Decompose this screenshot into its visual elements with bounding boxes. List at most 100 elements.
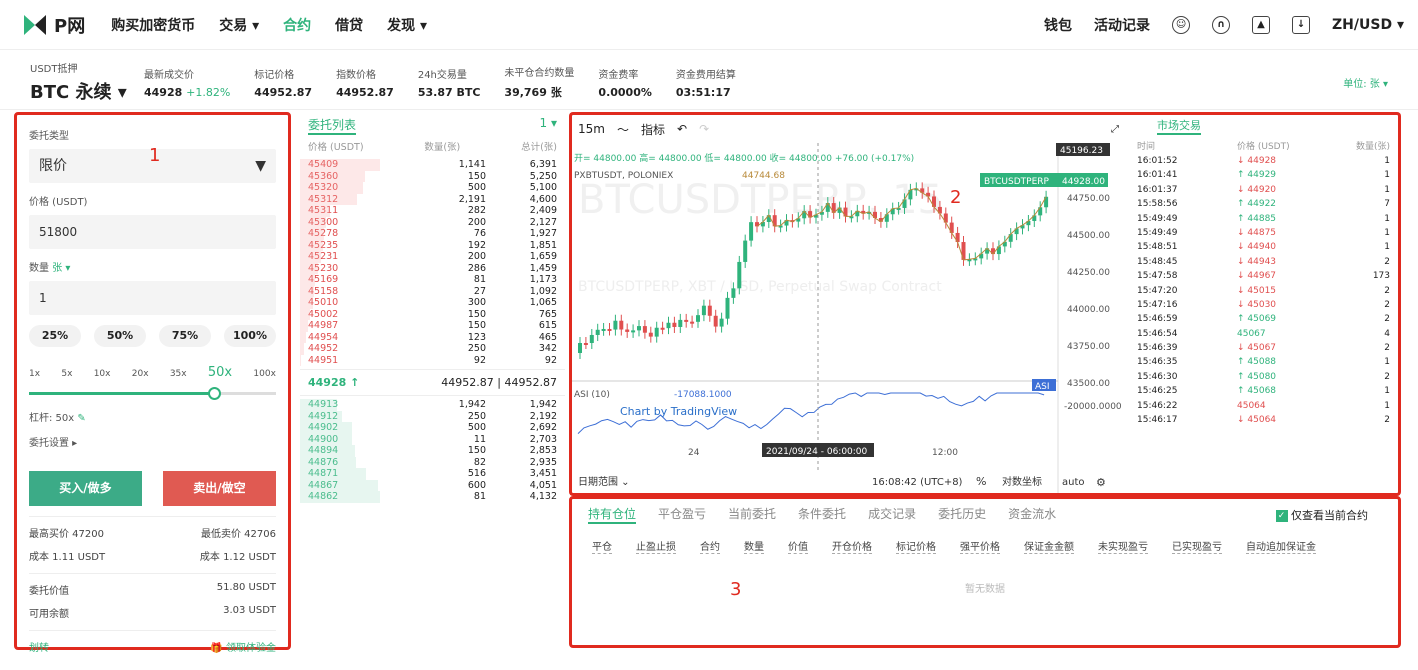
nav-item-discover[interactable]: 发现 ▾ (387, 15, 427, 35)
max-buy-price: 最高买价 47200 (29, 529, 104, 540)
book-row[interactable]: 45409 1,141 6,391 (300, 159, 565, 171)
trade-row: 15:48:51 ↓ 44940 1 (1137, 240, 1390, 254)
book-row[interactable]: 44987 150 615 (300, 320, 565, 332)
interval-select[interactable]: 15m (578, 122, 605, 136)
pct-100-button[interactable]: 100% (224, 325, 276, 347)
positions-tab[interactable]: 当前委托 (728, 505, 776, 524)
book-row[interactable]: 44876 82 2,935 (300, 456, 565, 468)
account-icon[interactable]: ☺ (1172, 15, 1191, 34)
leverage-slider-knob[interactable] (208, 387, 222, 400)
bonus-link[interactable]: 🎁 领取体验金 (210, 639, 276, 654)
trade-row: 15:47:58 ↓ 44967 173 (1137, 269, 1390, 283)
line-style-icon[interactable]: 〜 (617, 121, 629, 138)
transfer-link[interactable]: 划转 (29, 639, 49, 654)
positions-tab[interactable]: 持有仓位 (588, 505, 637, 524)
current-only-toggle[interactable]: ✓ 仅查看当前合约 (1275, 507, 1368, 523)
book-total: 5,250 (529, 170, 557, 182)
pair-legend: PXBTUSDT, POLONIEX (574, 171, 673, 181)
positions-tab[interactable]: 平仓盈亏 (658, 505, 706, 524)
candle-body (595, 329, 600, 335)
leverage-option[interactable]: 20x (132, 369, 149, 379)
book-row[interactable]: 45312 2,191 4,600 (300, 193, 565, 205)
nav-activity[interactable]: 活动记录 (1094, 15, 1150, 35)
book-row[interactable]: 44871 516 3,451 (300, 468, 565, 480)
nav-item-futures[interactable]: 合约 (283, 15, 311, 35)
positions-tab[interactable]: 成交记录 (868, 505, 916, 524)
bonus-text: 领取体验金 (226, 643, 276, 654)
book-row[interactable]: 44913 1,942 1,942 (300, 399, 565, 411)
unit-selector[interactable]: 单位: 张 ▾ (1343, 75, 1388, 90)
pct-50-button[interactable]: 50% (94, 325, 146, 347)
nav-wallet[interactable]: 钱包 (1044, 15, 1072, 35)
symbol-selector[interactable]: USDT抵押 BTC 永续 ▾ (30, 60, 142, 104)
download-icon[interactable]: ↓ (1292, 15, 1311, 34)
book-row[interactable]: 45230 286 1,459 (300, 262, 565, 274)
positions-tab[interactable]: 资金流水 (1008, 505, 1056, 524)
book-row[interactable]: 45235 192 1,851 (300, 239, 565, 251)
book-row[interactable]: 45320 500 5,100 (300, 182, 565, 194)
book-qty: 192 (467, 239, 486, 251)
pct-25-button[interactable]: 25% (29, 325, 81, 347)
order-settings-toggle[interactable]: 委托设置 ▸ (29, 434, 276, 449)
pct-75-button[interactable]: 75% (159, 325, 211, 347)
book-row[interactable]: 45231 200 1,659 (300, 251, 565, 263)
indicator-button[interactable]: 指标 (641, 121, 665, 138)
checkbox-checked-icon[interactable]: ✓ (1275, 510, 1288, 522)
book-price: 44951 (308, 354, 339, 366)
logo[interactable]: P网 (24, 12, 85, 38)
leverage-option[interactable]: 10x (94, 369, 111, 379)
book-row[interactable]: 44902 500 2,692 (300, 422, 565, 434)
book-row[interactable]: 45300 200 2,127 (300, 216, 565, 228)
bell-icon[interactable]: ▲ (1252, 15, 1271, 34)
chart-clock: 16:08:42 (UTC+8) (872, 477, 963, 488)
book-row[interactable]: 44900 11 2,703 (300, 433, 565, 445)
book-qty: 150 (467, 320, 486, 331)
log-scale-toggle: 对数坐标 (1002, 475, 1042, 488)
book-total: 1,927 (529, 228, 557, 239)
buy-long-button[interactable]: 买入/做多 (29, 471, 142, 506)
leverage-value: 杠杆: 50x (29, 413, 75, 424)
book-row[interactable]: 44952 250 342 (300, 343, 565, 355)
book-qty: 300 (467, 297, 486, 308)
book-row[interactable]: 44954 123 465 (300, 331, 565, 343)
book-row[interactable]: 45158 27 1,092 (300, 285, 565, 297)
qty-input[interactable]: 1 (29, 281, 276, 315)
leverage-option[interactable]: 35x (170, 369, 187, 379)
nav-item-trade[interactable]: 交易 ▾ (219, 15, 259, 35)
book-row[interactable]: 45311 282 2,409 (300, 205, 565, 217)
ohlc-readout: 开= 44800.00 高= 44800.00 低= 44800.00 收= 4… (574, 152, 914, 164)
leverage-option-selected[interactable]: 50x (208, 365, 232, 380)
headset-icon[interactable]: ∩ (1212, 15, 1231, 34)
positions-tab[interactable]: 委托历史 (938, 505, 986, 524)
aggregation-select[interactable]: 1 ▾ (540, 116, 557, 135)
book-row[interactable]: 45010 300 1,065 (300, 297, 565, 309)
order-book-tab[interactable]: 委托列表 (308, 116, 357, 135)
price-input[interactable]: 51800 (29, 215, 276, 249)
fullscreen-icon[interactable]: ⤢ (1111, 124, 1119, 135)
book-row[interactable]: 45169 81 1,173 (300, 274, 565, 286)
book-row[interactable]: 44912 250 2,192 (300, 410, 565, 422)
nav-item-buy-crypto[interactable]: 购买加密货币 (111, 15, 195, 35)
nav-item-lending[interactable]: 借贷 (335, 15, 363, 35)
book-total: 1,065 (529, 297, 557, 308)
price-chart[interactable]: BTCUSDTPERP, 15BTCUSDTPERP, XBT / USD, P… (572, 143, 1129, 493)
book-row[interactable]: 45002 150 765 (300, 308, 565, 320)
book-row[interactable]: 44951 92 92 (300, 354, 565, 366)
book-row[interactable]: 44862 81 4,132 (300, 491, 565, 503)
market-trades-tab[interactable]: 市场交易 (1157, 117, 1201, 135)
redo-icon[interactable]: ↷ (699, 122, 709, 136)
leverage-option[interactable]: 1x (29, 369, 40, 379)
leverage-option[interactable]: 5x (61, 369, 72, 379)
book-row[interactable]: 45278 76 1,927 (300, 228, 565, 240)
locale-selector[interactable]: ZH/USD ▾ (1332, 17, 1404, 33)
book-row[interactable]: 44867 600 4,051 (300, 479, 565, 491)
leverage-option[interactable]: 100x (253, 369, 276, 379)
undo-icon[interactable]: ↶ (677, 122, 687, 136)
positions-tab[interactable]: 条件委托 (798, 505, 846, 524)
qty-unit-selector[interactable]: 张 ▾ (52, 263, 70, 274)
sell-short-button[interactable]: 卖出/做空 (163, 471, 276, 506)
leverage-slider[interactable] (29, 387, 276, 400)
book-row[interactable]: 45360 150 5,250 (300, 170, 565, 182)
book-row[interactable]: 44894 150 2,853 (300, 445, 565, 457)
pencil-icon[interactable]: ✎ (77, 413, 85, 424)
